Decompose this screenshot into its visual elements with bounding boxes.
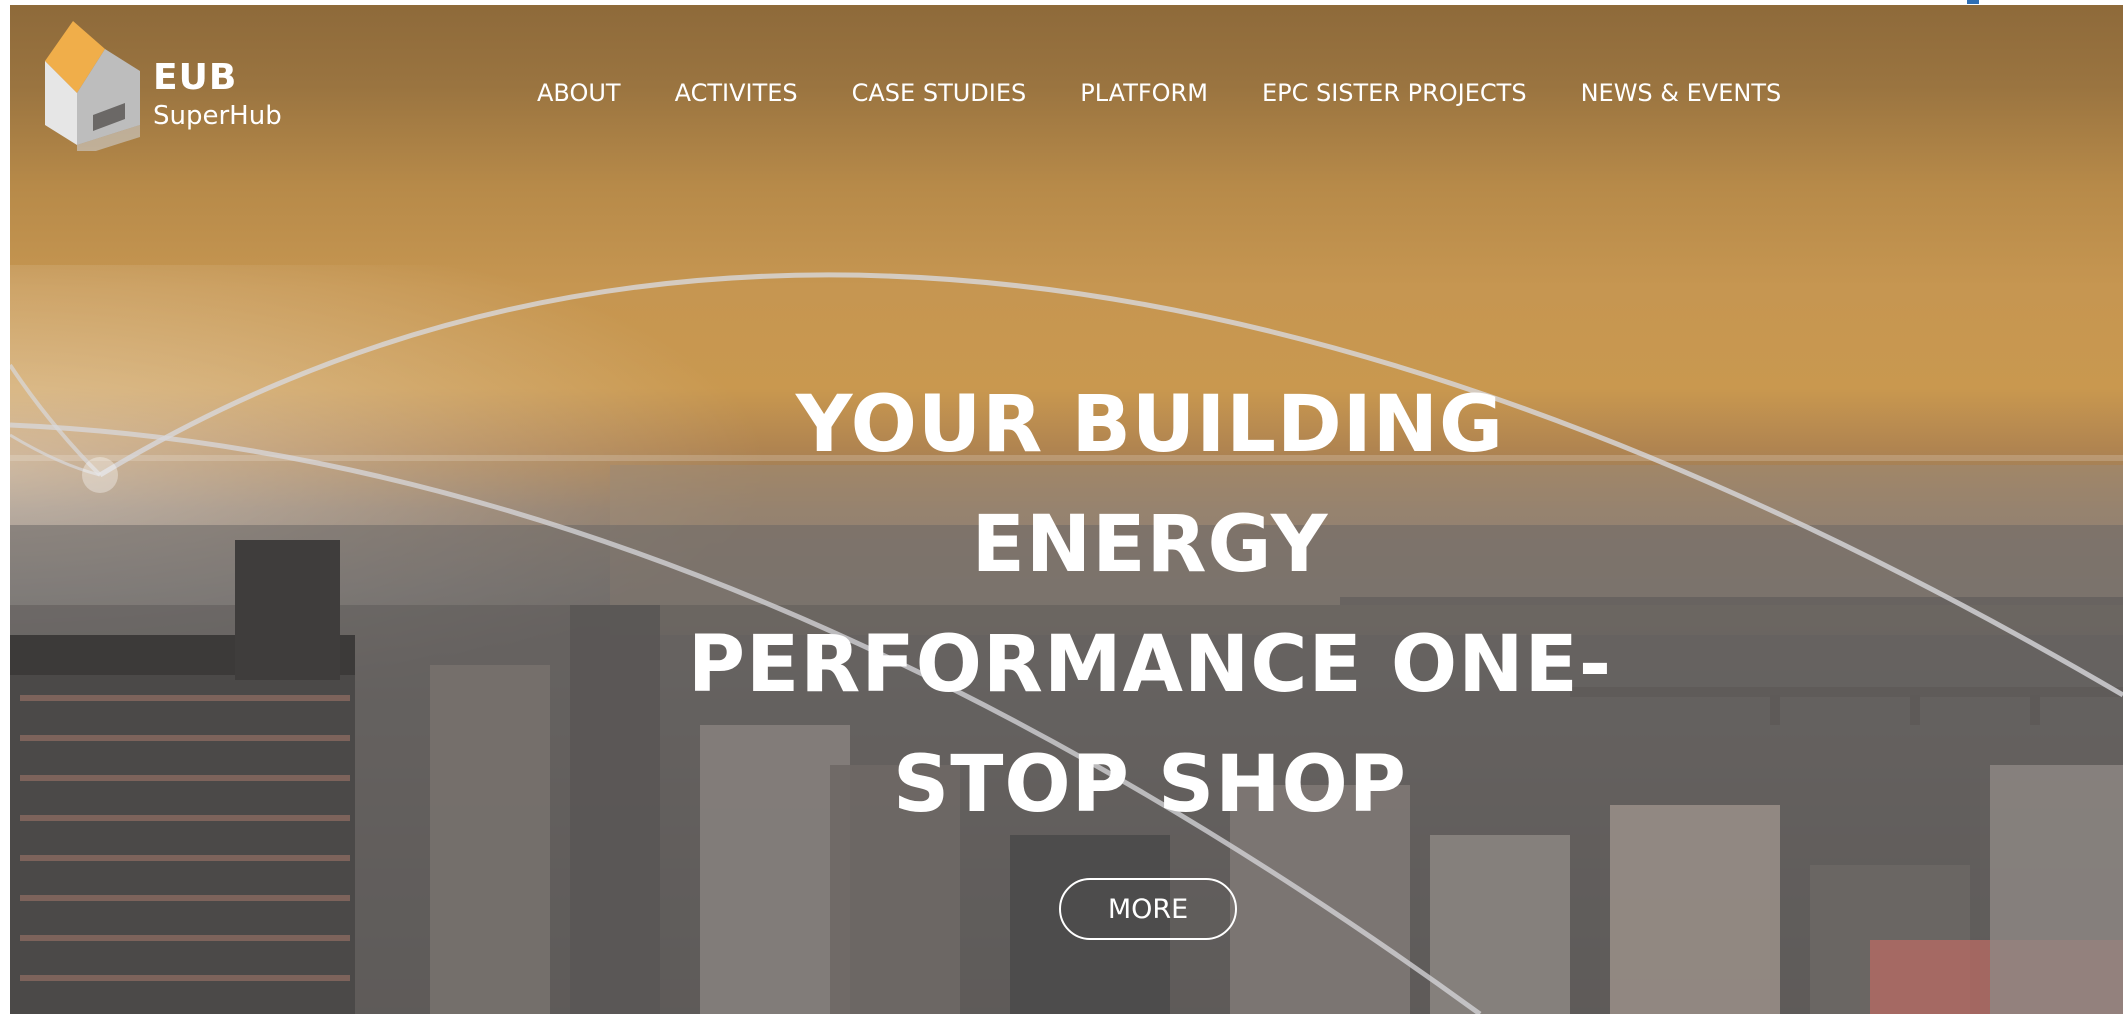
brand-subtitle: SuperHub: [153, 101, 282, 131]
headline-line-1: YOUR BUILDING: [795, 380, 1505, 470]
nav-activites[interactable]: ACTIVITES: [675, 79, 798, 107]
hero-headline: YOUR BUILDING ENERGY PERFORMANCE ONE- ST…: [570, 365, 1730, 845]
top-edge-marker: [1967, 0, 1979, 4]
headline-line-2: ENERGY: [971, 500, 1329, 590]
nav-platform[interactable]: PLATFORM: [1080, 79, 1208, 107]
nav-about[interactable]: ABOUT: [537, 79, 621, 107]
hero-section: EUB SuperHub ABOUT ACTIVITES CASE STUDIE…: [10, 5, 2123, 1014]
headline-line-4: STOP SHOP: [893, 740, 1407, 830]
house-logo-icon: [45, 21, 140, 151]
nav-news-events[interactable]: NEWS & EVENTS: [1581, 79, 1782, 107]
brand-logo[interactable]: EUB SuperHub: [35, 19, 335, 151]
nav-epc-sister-projects[interactable]: EPC SISTER PROJECTS: [1262, 79, 1527, 107]
main-nav: ABOUT ACTIVITES CASE STUDIES PLATFORM EP…: [537, 73, 1781, 113]
nav-case-studies[interactable]: CASE STUDIES: [852, 79, 1027, 107]
headline-line-3: PERFORMANCE ONE-: [687, 620, 1613, 710]
more-button[interactable]: MORE: [1059, 878, 1237, 940]
brand-name: EUB: [153, 57, 238, 98]
